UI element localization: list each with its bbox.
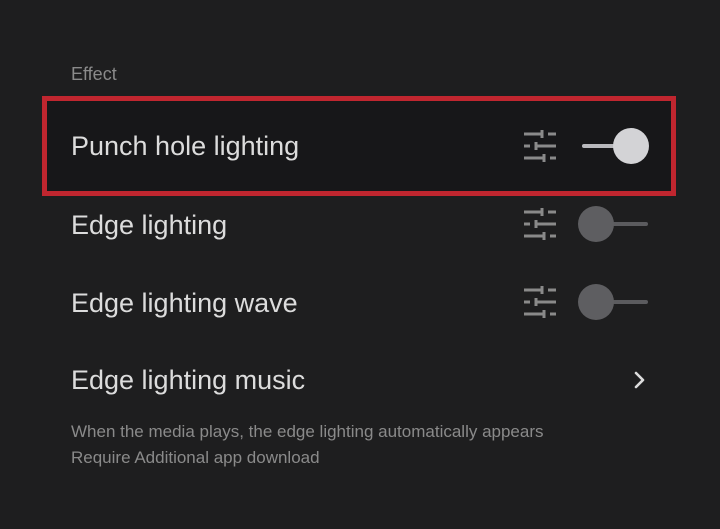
sliders-icon[interactable] (522, 208, 558, 240)
edge-lighting-music-description: When the media plays, the edge lighting … (71, 419, 544, 471)
edge-lighting-wave-toggle[interactable] (578, 284, 650, 320)
toggle-thumb (613, 128, 649, 164)
list-item-punch-hole-lighting[interactable]: Punch hole lighting (0, 96, 720, 196)
edge-lighting-wave-label: Edge lighting wave (71, 288, 298, 318)
edge-lighting-label: Edge lighting (71, 210, 228, 240)
description-line-1: When the media plays, the edge lighting … (71, 422, 544, 441)
edge-lighting-music-label: Edge lighting music (71, 365, 306, 395)
punch-hole-lighting-toggle[interactable] (578, 128, 650, 164)
sliders-icon[interactable] (522, 130, 558, 162)
list-item-edge-lighting[interactable]: Edge lighting (0, 196, 720, 272)
toggle-thumb (578, 206, 614, 242)
list-item-edge-lighting-wave[interactable]: Edge lighting wave (0, 272, 720, 350)
sliders-icon[interactable] (522, 286, 558, 318)
toggle-thumb (578, 284, 614, 320)
section-header-effect: Effect (71, 64, 117, 84)
punch-hole-lighting-label: Punch hole lighting (71, 131, 300, 161)
description-line-2: Require Additional app download (71, 448, 320, 467)
chevron-right-icon (634, 371, 645, 389)
edge-lighting-toggle[interactable] (578, 206, 650, 242)
